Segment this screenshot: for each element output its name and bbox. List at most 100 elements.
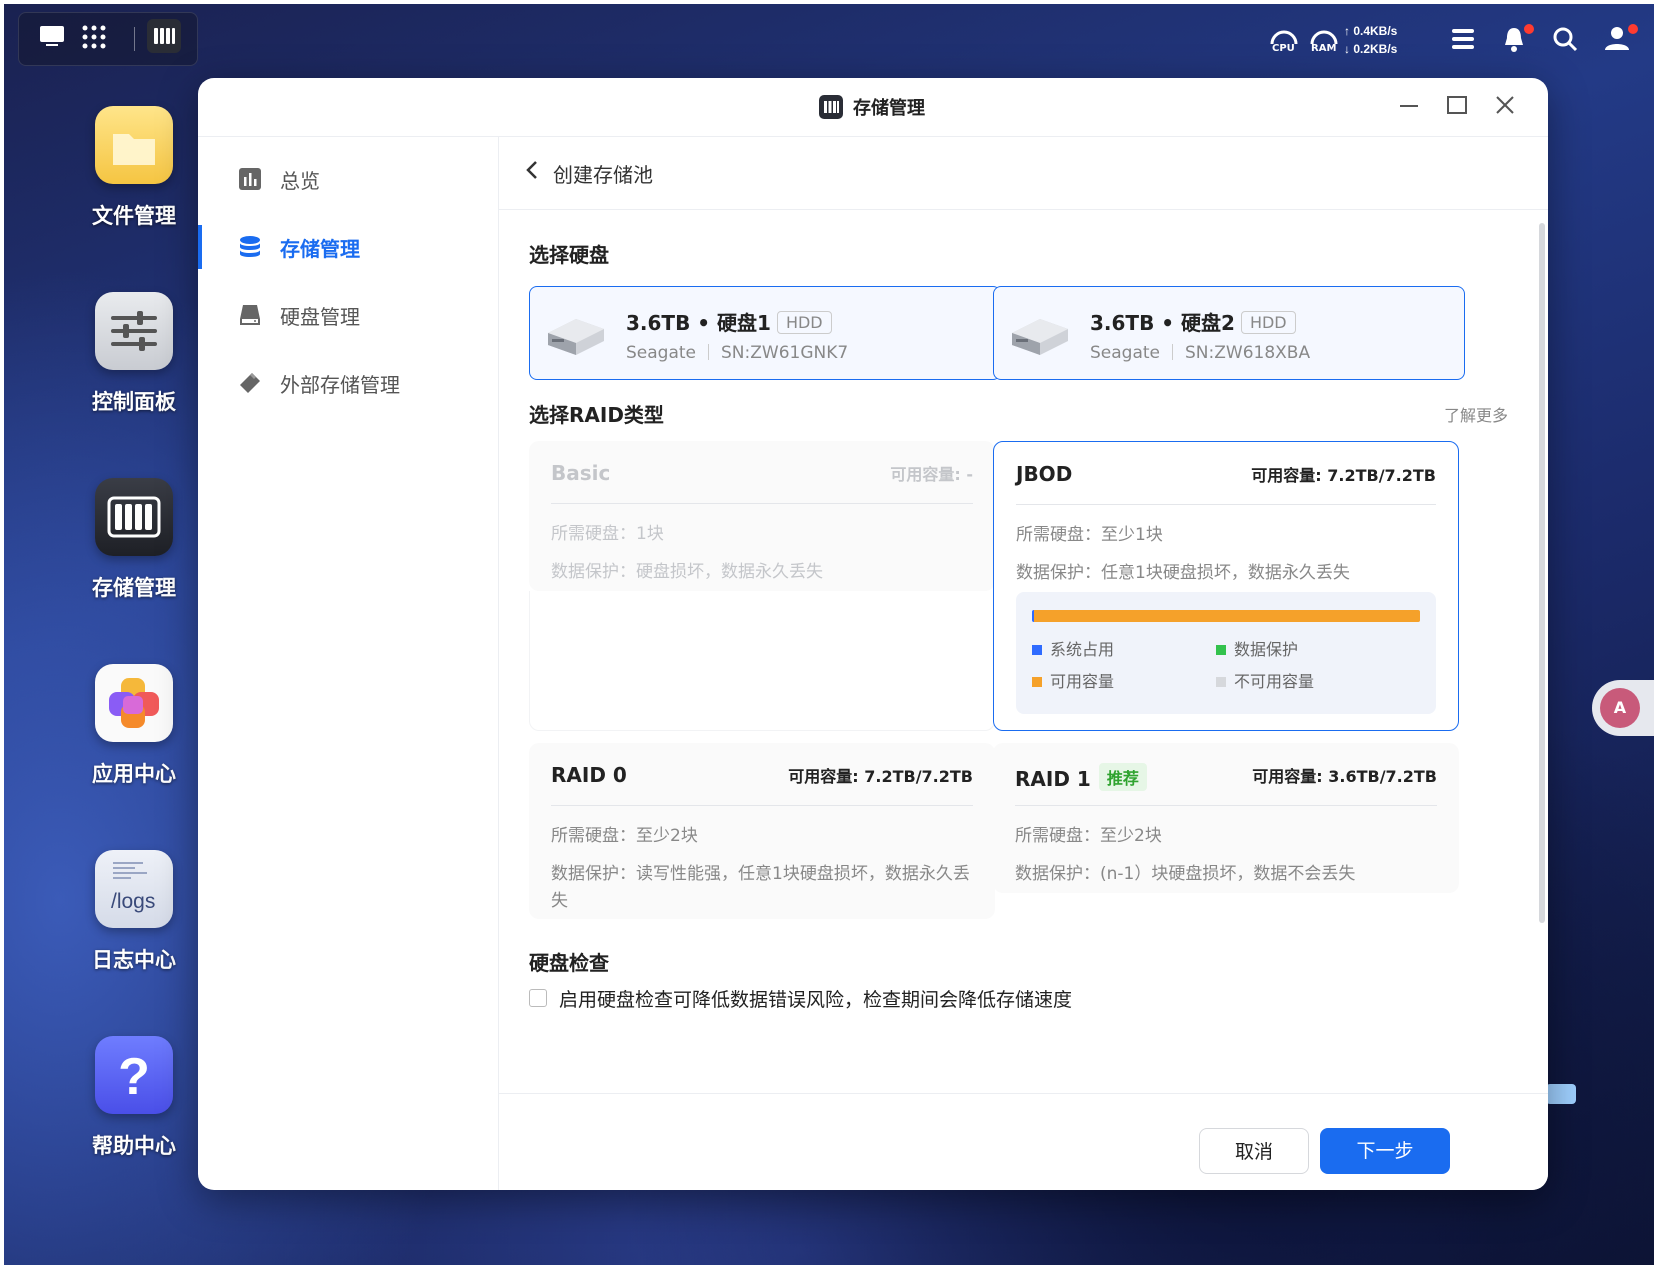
disk-size-name: 3.6TB • 硬盘1 — [626, 311, 771, 335]
network-speed: ↑ 0.4KB/s ↓ 0.2KB/s — [1344, 22, 1397, 58]
cancel-button[interactable]: 取消 — [1199, 1128, 1309, 1174]
learn-more-link[interactable]: 了解更多 — [1444, 402, 1508, 426]
hard-disk-icon — [238, 303, 262, 327]
legend-swatch — [1032, 677, 1042, 687]
desktop-help-center[interactable]: ? 帮助中心 — [80, 1036, 188, 1160]
sidebar: 总览 存储管理 硬盘管理 外部存储管理 — [198, 137, 499, 1190]
capacity-bar — [1032, 610, 1420, 622]
desktop-label: 存储管理 — [92, 576, 176, 600]
raid-name-text: RAID 1 — [1015, 767, 1091, 791]
dialog-footer: 取消 下一步 — [499, 1093, 1548, 1190]
disk-brand: Seagate — [626, 343, 697, 363]
raid-name: JBOD — [1016, 462, 1073, 486]
legend-label: 可用容量 — [1050, 672, 1115, 691]
desktop-icon[interactable] — [39, 24, 65, 52]
ram-label: RAM — [1311, 43, 1337, 54]
disk-type-tag: HDD — [776, 311, 832, 334]
close-icon[interactable] — [1494, 94, 1516, 122]
disk-card-2[interactable]: 3.6TB • 硬盘2 HDD Seagate SN:ZW618XBA — [993, 286, 1465, 380]
translate-float-button[interactable]: A — [1592, 680, 1658, 736]
disk-meta: Seagate SN:ZW61GNK7 — [626, 343, 848, 363]
raid-protection: 数据保护：读写性能强，任意1块硬盘损坏，数据永久丢失 — [551, 864, 970, 911]
capacity-breakdown: 系统占用 数据保护 可用容量 不可用容量 — [1016, 592, 1436, 714]
scrollbar[interactable] — [1539, 223, 1545, 923]
window-title: 存储管理 — [853, 98, 925, 119]
raid-protection: 数据保护：任意1块硬盘损坏，数据永久丢失 — [1016, 563, 1350, 583]
raid-protection: 数据保护：硬盘损坏，数据永久丢失 — [551, 562, 823, 582]
sidebar-item-overview[interactable]: 总览 — [198, 151, 498, 207]
storage-icon — [95, 478, 173, 556]
raid-capacity: 可用容量: 3.6TB/7.2TB — [1252, 767, 1437, 786]
sliders-icon — [95, 292, 173, 370]
desktop-label: 帮助中心 — [92, 1134, 176, 1158]
sidebar-item-label: 存储管理 — [280, 237, 360, 261]
logs-text: /logs — [111, 890, 156, 913]
disk-meta: Seagate SN:ZW618XBA — [1090, 343, 1310, 363]
storage-manager-window: 存储管理 总览 存储管理 硬盘管理 外部存储管理 创建存储池 选择硬盘 3.6T… — [198, 78, 1548, 1190]
apps-grid-icon[interactable] — [81, 24, 107, 54]
legend-swatch — [1032, 645, 1042, 655]
next-button[interactable]: 下一步 — [1320, 1128, 1450, 1174]
disk-brand: Seagate — [1090, 343, 1161, 363]
desktop-control-panel[interactable]: 控制面板 — [80, 292, 188, 416]
floating-tag[interactable] — [1546, 1084, 1576, 1104]
desktop-label: 控制面板 — [92, 390, 176, 414]
svg-text:?: ? — [118, 1048, 150, 1106]
raid-option-jbod[interactable]: JBOD 可用容量: 7.2TB/7.2TB 所需硬盘：至少1块 数据保护：任意… — [993, 441, 1459, 731]
sidebar-item-disk[interactable]: 硬盘管理 — [198, 287, 498, 343]
logs-icon: /logs — [95, 850, 173, 928]
disk-size-name: 3.6TB • 硬盘2 — [1090, 311, 1235, 335]
disk-serial: SN:ZW61GNK7 — [721, 343, 849, 363]
desktop-storage-manager[interactable]: 存储管理 — [80, 478, 188, 602]
disk-check-checkbox[interactable] — [529, 989, 547, 1007]
divider — [134, 27, 135, 51]
minimize-icon[interactable] — [1398, 94, 1420, 122]
app-center-icon — [95, 664, 173, 742]
raid-capacity: 可用容量: 7.2TB/7.2TB — [1251, 466, 1436, 485]
disk-name: 3.6TB • 硬盘2 HDD — [1090, 307, 1296, 336]
hdd-drive-icon — [1010, 311, 1070, 361]
raid-option-basic: Basic 可用容量: - 所需硬盘：1块 数据保护：硬盘损坏，数据永久丢失 — [529, 441, 995, 591]
sidebar-item-external[interactable]: 外部存储管理 — [198, 355, 498, 411]
chart-icon — [238, 167, 262, 191]
notification-bell-icon[interactable] — [1502, 25, 1526, 57]
search-icon[interactable] — [1552, 26, 1578, 56]
back-chevron-icon[interactable] — [525, 159, 539, 187]
notification-dot — [1524, 24, 1534, 34]
user-notification-dot — [1628, 24, 1638, 34]
task-list-icon[interactable] — [1450, 26, 1476, 56]
sidebar-item-label: 外部存储管理 — [280, 373, 400, 397]
desktop-file-manager[interactable]: 文件管理 — [80, 106, 188, 230]
desktop-log-center[interactable]: /logs 日志中心 — [80, 850, 188, 974]
hdd-drive-icon — [546, 311, 606, 361]
desktop-label: 日志中心 — [92, 948, 176, 972]
raid-option-raid1[interactable]: RAID 1 推荐 可用容量: 3.6TB/7.2TB 所需硬盘：至少2块 数据保… — [993, 743, 1459, 893]
disk-card-1[interactable]: 3.6TB • 硬盘1 HDD Seagate SN:ZW61GNK7 — [529, 286, 1001, 380]
legend-system: 系统占用 — [1032, 636, 1114, 660]
basic-card-extension — [529, 591, 995, 731]
folder-icon — [95, 106, 173, 184]
desktop-app-center[interactable]: 应用中心 — [80, 664, 188, 788]
raid-option-raid0[interactable]: RAID 0 可用容量: 7.2TB/7.2TB 所需硬盘：至少2块 数据保护：… — [529, 743, 995, 919]
legend-label: 数据保护 — [1234, 640, 1299, 659]
disk-name: 3.6TB • 硬盘1 HDD — [626, 307, 832, 336]
raid-name: Basic — [551, 461, 611, 485]
raid-requirement: 所需硬盘：1块 — [551, 524, 664, 544]
raid-capacity: 可用容量: 7.2TB/7.2TB — [788, 767, 973, 786]
raid-name: RAID 0 — [551, 763, 627, 787]
disk-serial: SN:ZW618XBA — [1185, 343, 1311, 363]
recommended-badge: 推荐 — [1098, 763, 1147, 791]
raid-requirement: 所需硬盘：至少2块 — [1015, 826, 1162, 846]
maximize-icon[interactable] — [1446, 94, 1468, 122]
disk-check-label[interactable]: 启用硬盘检查可降低数据错误风险，检查期间会降低存储速度 — [559, 985, 1072, 1012]
raid-capacity: 可用容量: - — [890, 465, 973, 484]
raid-protection: 数据保护：(n-1）块硬盘损坏，数据不会丢失 — [1015, 864, 1356, 884]
user-icon[interactable] — [1603, 24, 1631, 56]
sidebar-item-storage[interactable]: 存储管理 — [198, 219, 498, 275]
raid-name: RAID 1 推荐 — [1015, 763, 1147, 791]
raid-requirement: 所需硬盘：至少2块 — [551, 826, 698, 846]
storage-task-icon[interactable] — [147, 19, 181, 53]
app-title-icon — [819, 95, 843, 119]
raid-type-heading: 选择RAID类型 — [529, 403, 664, 427]
legend-protection: 数据保护 — [1216, 636, 1298, 660]
